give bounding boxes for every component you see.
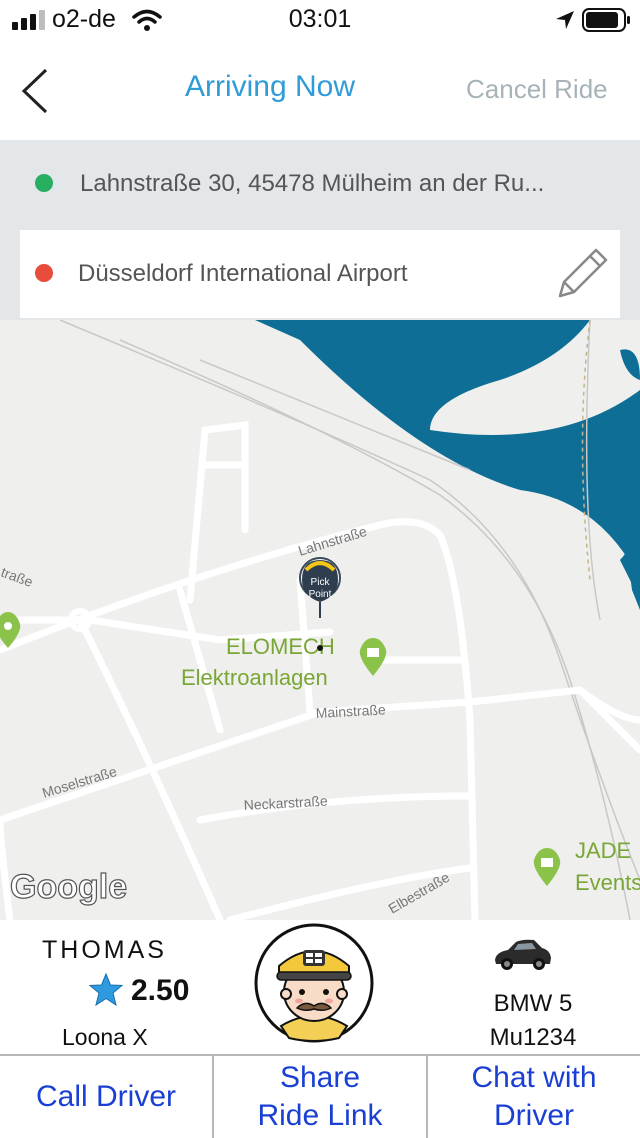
car-icon [495, 939, 551, 970]
origin-dot-icon [35, 174, 53, 192]
share-ride-link-button[interactable]: Share Ride Link [214, 1056, 428, 1138]
destination-row[interactable]: Düsseldorf International Airport [20, 230, 620, 318]
poi-jade[interactable]: JADE Events [533, 838, 640, 895]
route-panel: Lahnstraße 30, 45478 Mülheim an der Ru..… [0, 140, 640, 320]
status-bar: o2-de 03:01 [0, 0, 640, 40]
poi-jade-name: JADE [575, 838, 631, 863]
chat-label-line1: Chat with [471, 1061, 597, 1094]
battery-icon [582, 8, 630, 32]
service-type: Loona X [62, 1024, 148, 1050]
map-view[interactable]: Lahnstraße Mainstraße Moselstraße Neckar… [0, 320, 640, 920]
destination-address: Düsseldorf International Airport [78, 260, 408, 287]
street-partial: traße [0, 564, 35, 590]
call-driver-label: Call Driver [35, 1080, 176, 1113]
page-title: Arriving Now [184, 70, 356, 103]
poi-elomech-subtitle: Elektroanlagen [181, 665, 328, 690]
driver-rating: 2.50 [131, 974, 190, 1007]
share-label-line2: Ride Link [257, 1099, 383, 1132]
pick-point-label-2: Point [309, 589, 332, 600]
street-mainstrasse: Mainstraße [315, 701, 386, 721]
clock: 03:01 [288, 5, 352, 33]
call-driver-button[interactable]: Call Driver [0, 1056, 214, 1138]
driver-panel: THOMAS 2.50 Loona X BMW 5 Mu1234 [0, 920, 640, 1054]
origin-row[interactable]: Lahnstraße 30, 45478 Mülheim an der Ru..… [0, 140, 640, 230]
poi-elomech[interactable]: ELOMECH Elektroanlagen [181, 634, 387, 690]
origin-address: Lahnstraße 30, 45478 Mülheim an der Ru..… [80, 170, 545, 197]
driver-name: THOMAS [42, 936, 167, 964]
driver-avatar [254, 923, 374, 1043]
share-label-line1: Share [279, 1061, 361, 1094]
star-icon [88, 972, 124, 1007]
cancel-ride-button[interactable]: Cancel Ride [466, 74, 608, 105]
chat-with-driver-button[interactable]: Chat with Driver [428, 1056, 640, 1138]
destination-dot-icon [35, 264, 53, 282]
car-model: BMW 5 [493, 990, 573, 1017]
street-neckarstrasse: Neckarstraße [243, 793, 328, 813]
navigation-bar: Arriving Now Cancel Ride [0, 40, 640, 140]
location-arrow-icon [556, 11, 574, 29]
pick-point-label-1: Pick [311, 577, 331, 588]
action-bar: Call Driver Share Ride Link Chat with Dr… [0, 1054, 640, 1138]
pencil-icon[interactable] [550, 244, 612, 306]
map-canvas: Lahnstraße Mainstraße Moselstraße Neckar… [0, 320, 640, 920]
poi-jade-subtitle: Events [575, 870, 640, 895]
license-plate: Mu1234 [489, 1024, 577, 1051]
chat-label-line2: Driver [494, 1099, 574, 1132]
google-logo: Google [10, 868, 127, 906]
street-lahnstrasse: Lahnstraße [296, 523, 369, 559]
